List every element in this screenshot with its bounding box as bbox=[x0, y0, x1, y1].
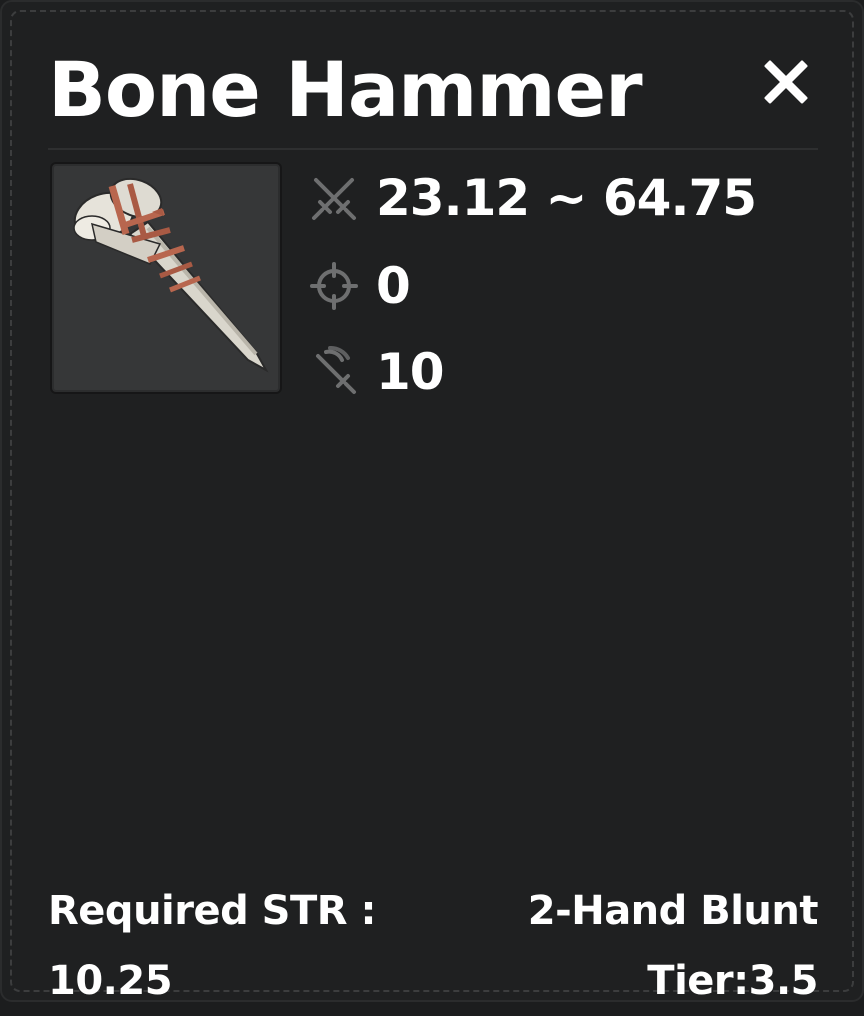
item-image-frame bbox=[50, 162, 282, 394]
stat-row-damage: 23.12 ~ 64.75 bbox=[308, 166, 757, 230]
bone-hammer-icon bbox=[73, 177, 269, 373]
weapon-type: 2-Hand Blunt bbox=[527, 888, 819, 934]
item-name: Bone Hammer bbox=[48, 45, 643, 134]
range-value: 10 bbox=[376, 343, 445, 401]
required-str-label: Required STR : bbox=[48, 888, 376, 934]
damage-value: 23.12 ~ 64.75 bbox=[376, 169, 757, 227]
required-str-value: 10.25 bbox=[48, 958, 173, 1004]
title-divider bbox=[48, 148, 818, 150]
crossed-swords-icon bbox=[312, 178, 356, 220]
weapon-info-block: 2-Hand Blunt Tier:3.5 bbox=[527, 876, 819, 1016]
close-icon bbox=[764, 60, 808, 104]
weapon-tier: Tier:3.5 bbox=[647, 958, 818, 1004]
item-tooltip-panel: Bone Hammer 23.12 ~ 64.75 0 10 Required … bbox=[0, 0, 864, 1004]
accuracy-value: 0 bbox=[376, 257, 411, 315]
crosshair-icon bbox=[310, 262, 358, 310]
stat-row-range: 10 bbox=[308, 340, 445, 404]
sword-signal-icon bbox=[316, 346, 356, 394]
requirement-block: Required STR : 10.25 bbox=[48, 876, 376, 1016]
panel-stitch-border bbox=[10, 10, 854, 992]
close-button[interactable] bbox=[754, 50, 818, 114]
stat-row-accuracy: 0 bbox=[308, 254, 411, 318]
